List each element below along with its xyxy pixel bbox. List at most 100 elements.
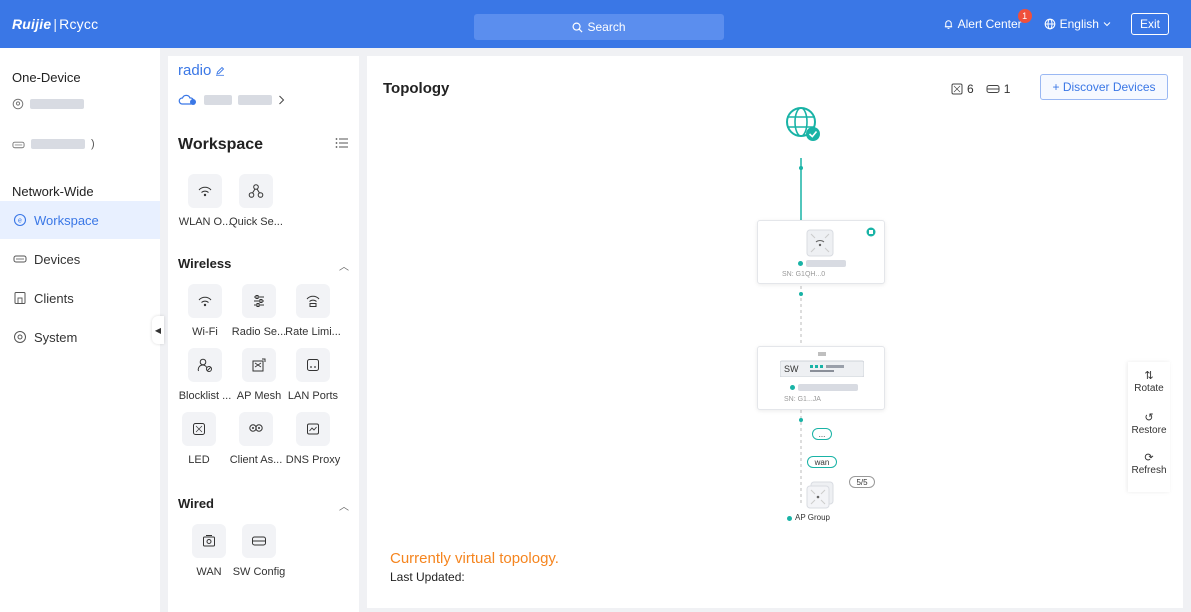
nav-item-devices[interactable]: Devices: [0, 240, 160, 278]
tile-wan[interactable]: WAN: [181, 524, 237, 578]
led-icon: [193, 423, 205, 435]
devices-icon: [13, 255, 27, 263]
one-device-heading: One-Device: [12, 70, 81, 85]
refresh-button[interactable]: ⟳ Refresh: [1128, 452, 1170, 476]
switch-serial-number: SN: G1...JA: [784, 396, 821, 403]
dns-proxy-icon: [307, 423, 319, 435]
ap-online-dot: [798, 261, 803, 266]
switch-online-dot: [790, 385, 795, 390]
list-view-icon[interactable]: [335, 137, 349, 149]
wlan-icon: [198, 186, 212, 197]
restore-icon: ↺: [1144, 412, 1154, 424]
radio-settings-icon: [254, 295, 264, 307]
tile-ap-mesh[interactable]: AP Mesh: [231, 348, 287, 402]
tile-dns-proxy[interactable]: DNS Proxy: [285, 412, 341, 466]
group-title-wireless: Wireless: [178, 256, 232, 271]
ap-count-stat: 6: [951, 82, 974, 96]
tile-label: Blocklist ...: [178, 390, 232, 402]
wan-port-pill[interactable]: wan: [807, 456, 837, 468]
nav-item-system[interactable]: System: [0, 318, 160, 356]
tile-wifi[interactable]: Wi-Fi: [177, 284, 233, 338]
tile-label: SW Config: [232, 566, 286, 578]
tile-radio-settings[interactable]: Radio Se...: [231, 284, 287, 338]
tile-blocklist[interactable]: Blocklist ...: [177, 348, 233, 402]
redacted-ip-part-2: [238, 95, 272, 105]
tile-lan-ports[interactable]: LAN Ports: [285, 348, 341, 402]
topology-device-counts: 6 1: [951, 82, 1010, 96]
tile-sw-config[interactable]: SW Config: [231, 524, 287, 578]
device-name-link[interactable]: radio: [178, 62, 225, 79]
quick-setup-icon: [248, 184, 264, 198]
redacted-device-id: [30, 99, 84, 109]
nav-label-workspace: Workspace: [34, 212, 99, 228]
ap-group-online-dot: [787, 516, 792, 521]
switch-icon: [986, 85, 1000, 93]
tile-rate-limit[interactable]: Rate Limi...: [285, 284, 341, 338]
exit-button[interactable]: Exit: [1130, 13, 1169, 35]
device-location-row[interactable]: [12, 98, 84, 110]
restore-button[interactable]: ↺ Restore: [1128, 412, 1170, 436]
device-name: radio: [178, 62, 212, 79]
sw-config-icon: [252, 536, 266, 546]
workspace-icon: e: [13, 213, 27, 227]
collapse-wireless-button[interactable]: ︿: [339, 258, 349, 273]
device-router-row[interactable]: ): [12, 138, 95, 150]
tile-wlan-optimization[interactable]: WLAN O...: [177, 174, 233, 228]
workspace-title: Workspace: [178, 136, 264, 153]
restore-label: Restore: [1131, 425, 1167, 436]
cloud-online-icon: [178, 94, 196, 105]
rate-limit-icon: [306, 295, 320, 307]
refresh-label: Refresh: [1131, 465, 1167, 476]
search-bar[interactable]: Search: [474, 14, 724, 40]
tile-label: Rate Limi...: [285, 326, 341, 338]
network-wide-heading: Network-Wide: [12, 184, 94, 199]
topology-graph: [786, 107, 820, 506]
ap-mesh-icon: [252, 358, 266, 372]
alert-center-button[interactable]: Alert Center 1: [943, 9, 1032, 31]
tile-label: Quick Se...: [229, 216, 283, 228]
caret-left-icon: ◀: [154, 325, 162, 335]
nav-label-system: System: [34, 329, 78, 345]
ap-group-label: AP Group: [795, 513, 830, 522]
tile-client-association[interactable]: Client As...: [228, 412, 284, 466]
tile-quick-setup[interactable]: Quick Se...: [228, 174, 284, 228]
link-node-dot: [799, 166, 803, 170]
switch-device-card[interactable]: SW SN: G1...JA: [757, 346, 885, 410]
bell-icon: [944, 20, 952, 29]
collapse-sidebar-handle[interactable]: ◀: [152, 316, 164, 344]
ellipsis-link-pill[interactable]: ...: [812, 428, 832, 440]
ap-device-card[interactable]: SN: G1QH...0: [757, 220, 885, 284]
switch-type-label: SW: [784, 364, 799, 374]
language-selector[interactable]: English: [1044, 17, 1111, 31]
topology-panel: Topology 6 1 + Discover Devices SN: G1QH…: [367, 56, 1183, 608]
lan-ports-icon: [307, 359, 319, 371]
nav-item-clients[interactable]: Clients: [0, 279, 160, 317]
link-node-dot: [799, 418, 803, 422]
globe-icon: [1044, 18, 1055, 30]
redacted-ap-name: [806, 260, 846, 267]
wan-icon: [203, 535, 215, 547]
collapse-wired-button[interactable]: ︿: [339, 498, 349, 513]
rotate-button[interactable]: ⇅ Rotate: [1128, 370, 1170, 394]
svg-text:e: e: [18, 218, 22, 225]
ap-group-icon[interactable]: [805, 480, 839, 510]
tile-led[interactable]: LED: [171, 412, 227, 466]
discover-devices-button[interactable]: + Discover Devices: [1040, 74, 1168, 100]
edit-pencil-icon[interactable]: [215, 66, 225, 76]
brand-sub-text: Rcycc: [59, 16, 99, 32]
tile-label: LAN Ports: [287, 390, 339, 402]
ap-group-count-pill[interactable]: 5/5: [849, 476, 875, 488]
brand-logo[interactable]: Ruijie | Rcycc: [12, 16, 98, 32]
last-updated-label: Last Updated:: [390, 570, 465, 584]
internet-globe-icon[interactable]: [786, 107, 820, 141]
ap-serial-number: SN: G1QH...0: [782, 271, 826, 278]
clients-icon: [14, 292, 26, 304]
cloud-status-row[interactable]: [178, 94, 285, 106]
master-badge-icon: [866, 227, 876, 237]
router-icon: [12, 141, 25, 148]
tile-label: LED: [188, 454, 210, 466]
nav-item-workspace[interactable]: e Workspace: [0, 201, 160, 239]
location-pin-icon: [12, 98, 24, 110]
nav-label-clients: Clients: [34, 290, 74, 306]
client-assoc-icon: [249, 424, 263, 432]
